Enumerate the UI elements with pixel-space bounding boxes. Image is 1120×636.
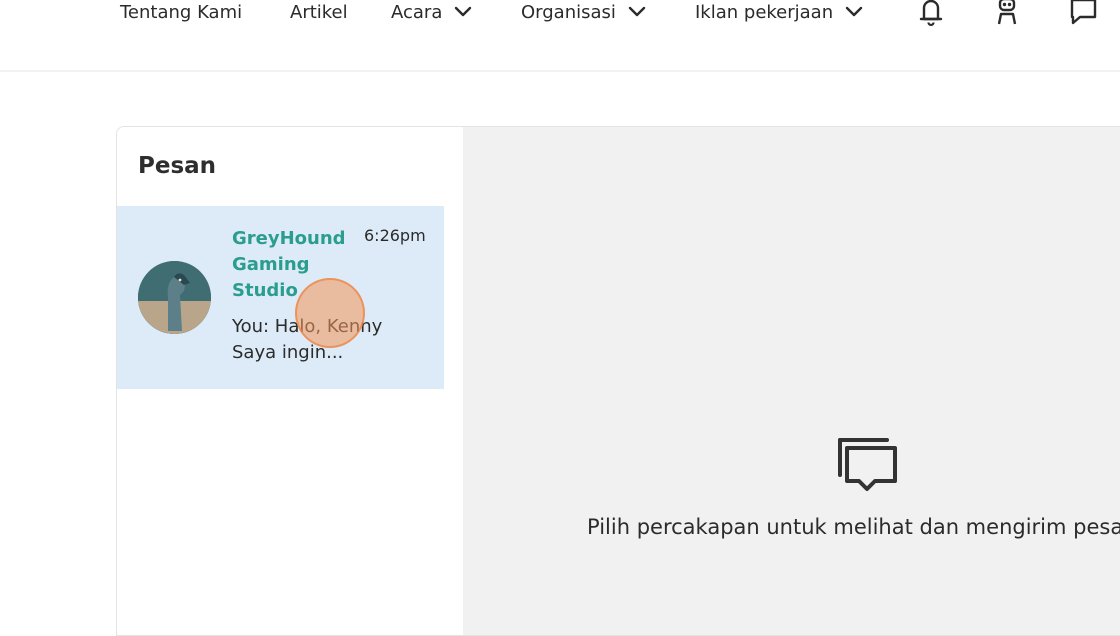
conversation-item[interactable]: GreyHound Gaming Studio 6:26pm You: Halo… xyxy=(117,206,444,389)
nav-tentang-kami[interactable]: Tentang Kami xyxy=(120,0,242,24)
conversation-list: Pesan GreyHound Gaming Studio 6:26pm You… xyxy=(117,127,463,635)
top-navigation: Tentang Kami Artikel Acara Organisasi Ik… xyxy=(0,0,1120,72)
messages-card: Pesan GreyHound Gaming Studio 6:26pm You… xyxy=(116,126,1120,636)
nav-item-label: Artikel xyxy=(290,1,348,23)
bell-icon[interactable] xyxy=(914,0,948,28)
nav-item-label: Organisasi xyxy=(521,1,616,23)
robot-icon[interactable] xyxy=(990,0,1024,28)
conversation-name: GreyHound Gaming Studio xyxy=(232,228,346,301)
conversation-preview: You: Halo, Kenny Saya ingin... xyxy=(232,316,383,363)
messages-title: Pesan xyxy=(138,153,217,179)
nav-iklan-pekerjaan-dropdown[interactable]: Iklan pekerjaan xyxy=(695,0,863,24)
nav-item-label: Tentang Kami xyxy=(120,1,243,23)
conversations-icon xyxy=(837,437,899,495)
conversation-time: 6:26pm xyxy=(364,226,426,245)
chevron-down-icon xyxy=(628,6,646,18)
nav-item-label: Acara xyxy=(391,1,443,23)
chevron-down-icon xyxy=(845,6,863,18)
conversation-detail-empty: Pilih percakapan untuk melihat dan mengi… xyxy=(463,127,1120,635)
nav-item-label: Iklan pekerjaan xyxy=(695,1,834,23)
chevron-down-icon xyxy=(454,6,472,18)
nav-organisasi-dropdown[interactable]: Organisasi xyxy=(521,0,646,24)
empty-state-text: Pilih percakapan untuk melihat dan mengi… xyxy=(587,515,1120,539)
nav-acara-dropdown[interactable]: Acara xyxy=(391,0,472,24)
chat-bubble-icon[interactable] xyxy=(1066,0,1100,28)
nav-artikel[interactable]: Artikel xyxy=(290,0,348,24)
avatar xyxy=(138,261,211,334)
